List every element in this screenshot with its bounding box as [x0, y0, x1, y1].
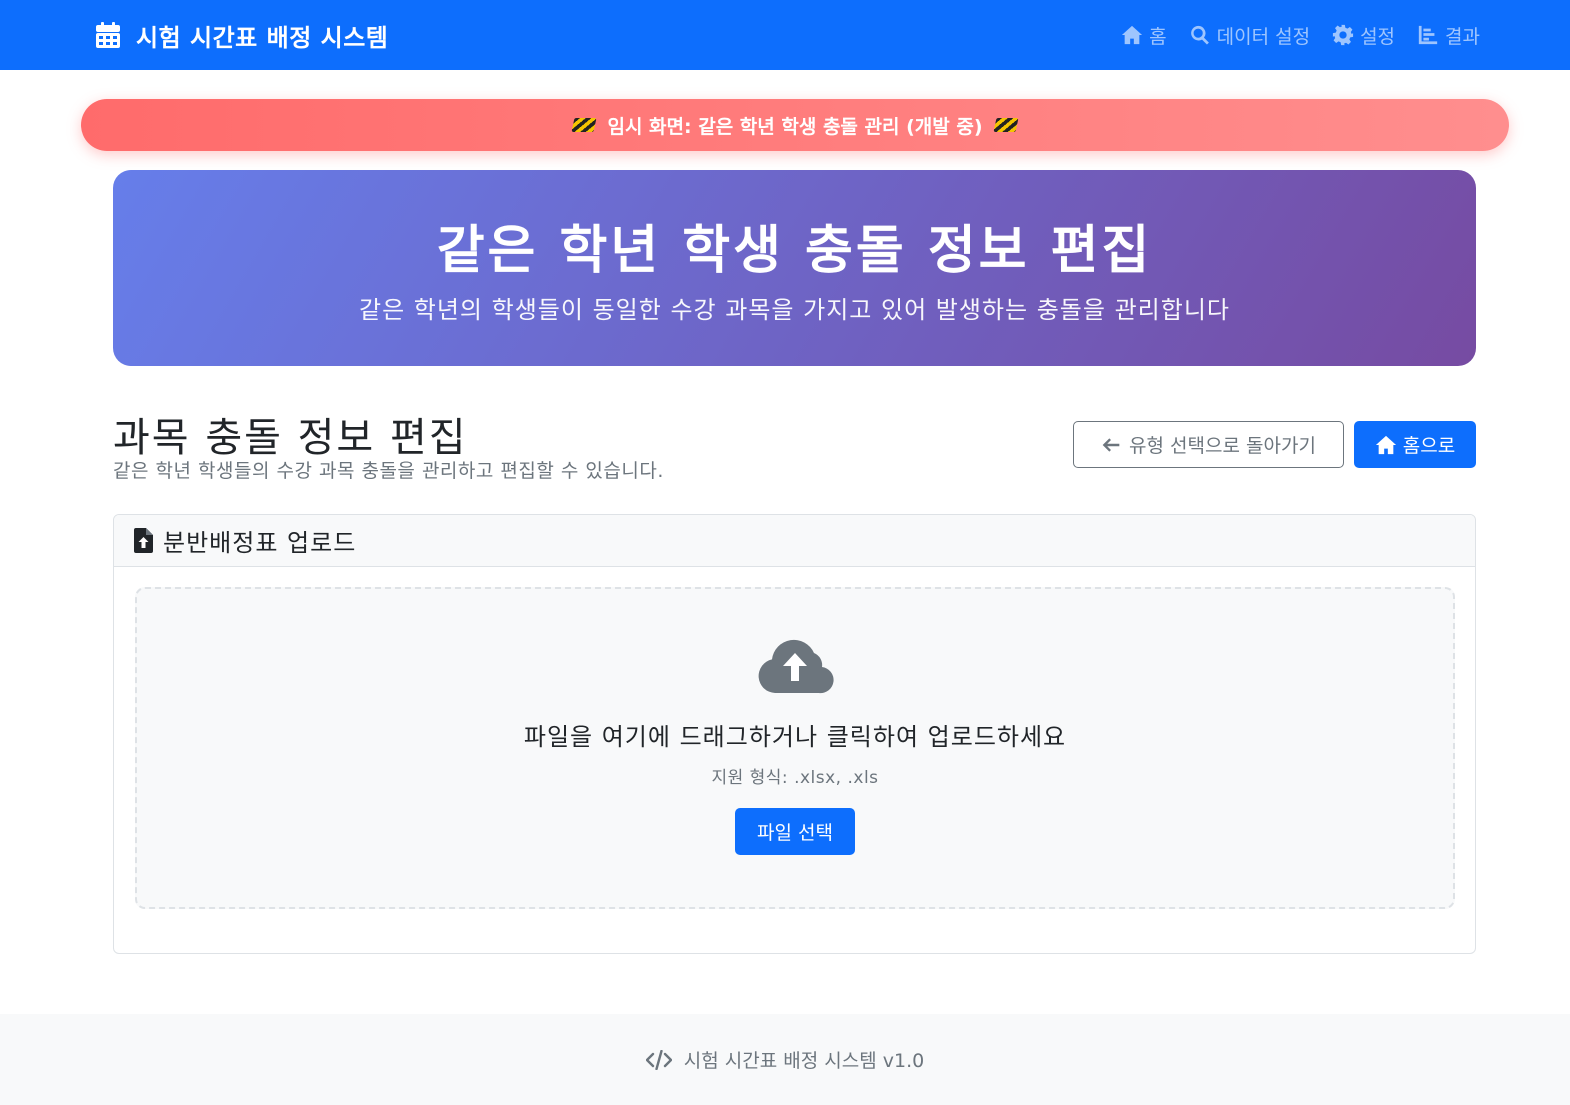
- upload-card: 분반배정표 업로드 파일을 여기에 드래그하거나 클릭하여 업로드하세요 지원 …: [113, 514, 1476, 954]
- nav-link-label: 설정: [1360, 25, 1396, 48]
- home-icon: [1122, 25, 1143, 45]
- banner-text: 임시 화면: 같은 학년 학생 충돌 관리 (개발 중): [607, 115, 983, 138]
- home-button-label: 홈으로: [1402, 435, 1456, 457]
- search-icon: [1190, 25, 1209, 45]
- construction-icon: [993, 118, 1019, 132]
- home-icon: [1375, 435, 1396, 454]
- dropzone-text: 파일을 여기에 드래그하거나 클릭하여 업로드하세요: [523, 723, 1067, 751]
- hero-title: 같은 학년 학생 충돌 정보 편집: [436, 221, 1153, 281]
- back-button-label: 유형 선택으로 돌아가기: [1129, 435, 1316, 457]
- calendar-icon: [96, 22, 120, 48]
- footer-text: 시험 시간표 배정 시스템 v1.0: [683, 1050, 925, 1072]
- gear-icon: [1332, 24, 1354, 46]
- hero-section: 같은 학년 학생 충돌 정보 편집 같은 학년의 학생들이 동일한 수강 과목을…: [113, 170, 1476, 366]
- nav-link-home[interactable]: 홈: [1121, 22, 1167, 49]
- nav-link-settings[interactable]: 설정: [1332, 22, 1395, 49]
- code-icon: [645, 1049, 672, 1070]
- upload-card-header: 분반배정표 업로드: [114, 515, 1475, 567]
- page-description: 같은 학년 학생들의 수강 과목 충돌을 관리하고 편집할 수 있습니다.: [113, 460, 664, 482]
- back-to-type-selection-button[interactable]: 유형 선택으로 돌아가기: [1073, 421, 1344, 468]
- nav-links: 홈 데이터 설정 설정 결과: [1121, 0, 1480, 70]
- file-upload-icon: [134, 528, 153, 553]
- upload-card-title: 분반배정표 업로드: [163, 529, 357, 557]
- nav-link-label: 홈: [1149, 25, 1167, 48]
- supported-formats: 지원 형식: .xlsx, .xls: [711, 768, 879, 788]
- hero-subtitle: 같은 학년의 학생들이 동일한 수강 과목을 가지고 있어 발생하는 충돌을 관…: [358, 296, 1230, 324]
- construction-icon: [571, 118, 597, 132]
- dev-warning-banner: 임시 화면: 같은 학년 학생 충돌 관리 (개발 중): [81, 99, 1509, 151]
- nav-link-results[interactable]: 결과: [1417, 22, 1480, 49]
- cloud-upload-icon: [758, 639, 834, 694]
- footer: 시험 시간표 배정 시스템 v1.0: [0, 1014, 1570, 1105]
- arrow-left-icon: [1102, 437, 1120, 452]
- file-dropzone[interactable]: 파일을 여기에 드래그하거나 클릭하여 업로드하세요 지원 형식: .xlsx,…: [135, 587, 1455, 909]
- brand-title: 시험 시간표 배정 시스템: [136, 23, 389, 52]
- navbar-brand[interactable]: 시험 시간표 배정 시스템: [96, 0, 388, 70]
- chart-icon: [1418, 25, 1438, 45]
- home-button[interactable]: 홈으로: [1354, 421, 1476, 468]
- page-title: 과목 충돌 정보 편집: [113, 415, 468, 461]
- select-file-button[interactable]: 파일 선택: [735, 808, 855, 855]
- nav-link-data-settings[interactable]: 데이터 설정: [1189, 22, 1310, 49]
- nav-link-label: 데이터 설정: [1216, 25, 1311, 48]
- nav-link-label: 결과: [1445, 25, 1480, 48]
- navbar: 시험 시간표 배정 시스템 홈 데이터 설정 설정 결과: [0, 0, 1570, 70]
